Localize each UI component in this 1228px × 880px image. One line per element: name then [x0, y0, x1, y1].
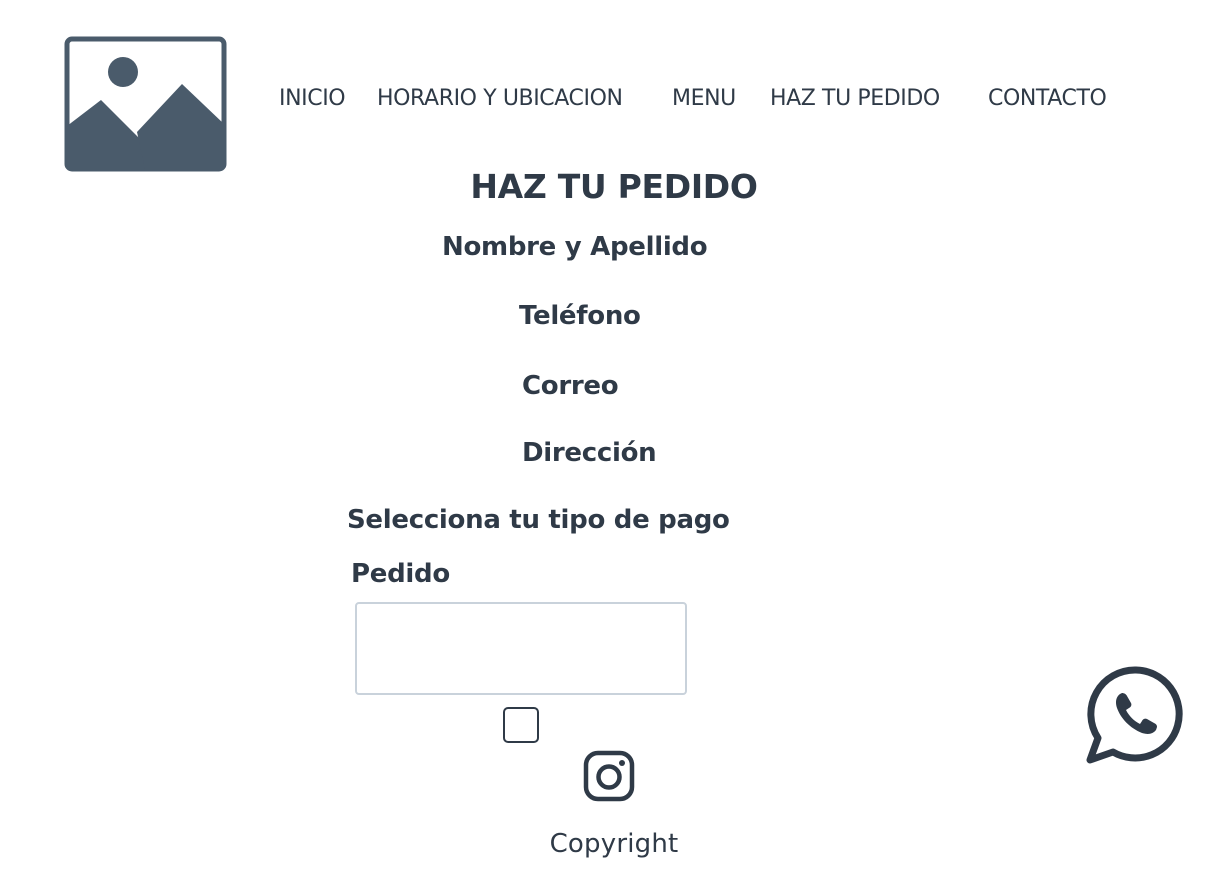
- email-label: Correo: [522, 371, 619, 401]
- nav-item-inicio[interactable]: INICIO: [279, 86, 346, 111]
- page-title: HAZ TU PEDIDO: [470, 167, 758, 206]
- nav-item-contacto[interactable]: CONTACTO: [988, 86, 1107, 111]
- nav-item-horario-y-ubicacion[interactable]: HORARIO Y UBICACION: [377, 86, 623, 111]
- address-label: Dirección: [522, 438, 657, 468]
- name-label: Nombre y Apellido: [442, 232, 708, 262]
- order-textarea[interactable]: [355, 602, 687, 695]
- instagram-icon[interactable]: [583, 750, 635, 802]
- nav-item-haz-tu-pedido[interactable]: HAZ TU PEDIDO: [770, 86, 940, 111]
- copyright-text: Copyright: [549, 829, 679, 859]
- order-label: Pedido: [351, 559, 450, 589]
- main-nav: INICIO HORARIO Y UBICACION MENU HAZ TU P…: [0, 86, 1228, 116]
- nav-item-menu[interactable]: MENU: [672, 86, 736, 111]
- payment-type-label: Selecciona tu tipo de pago: [347, 505, 730, 535]
- confirm-checkbox[interactable]: [503, 707, 539, 743]
- whatsapp-icon[interactable]: [1086, 664, 1186, 764]
- phone-label: Teléfono: [519, 301, 641, 331]
